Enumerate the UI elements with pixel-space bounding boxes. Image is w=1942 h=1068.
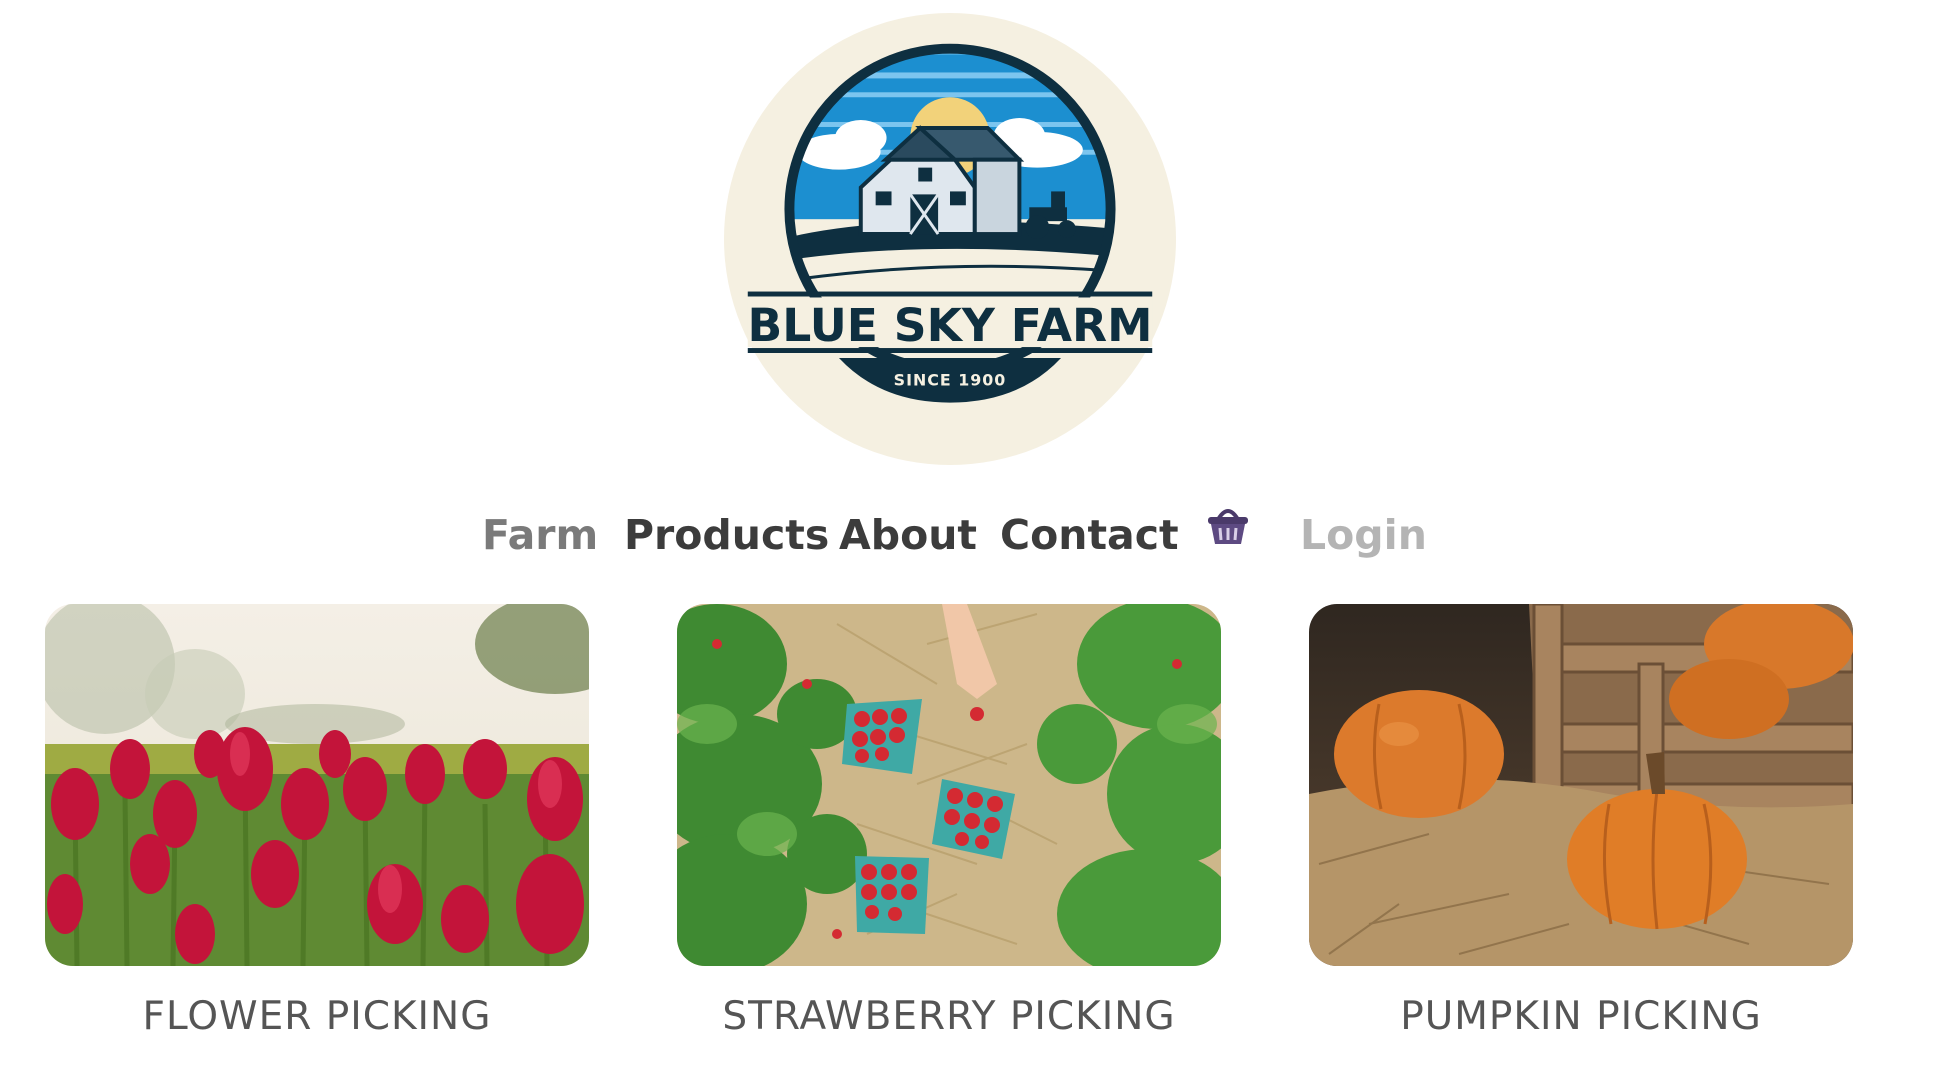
nav-link-login[interactable]: Login	[1300, 500, 1427, 570]
nav-link-farm[interactable]: Farm	[482, 500, 598, 570]
logo-title: BLUE SKY FARM	[748, 299, 1153, 352]
logo-tagline: SINCE 1900	[894, 371, 1007, 390]
basket-icon	[1208, 509, 1248, 544]
nav-link-contact[interactable]: Contact	[1000, 500, 1179, 570]
tulip-field-image[interactable]	[45, 604, 589, 966]
card-label-pumpkin-picking[interactable]: PUMPKIN PICKING	[1309, 994, 1853, 1039]
card-pumpkin-picking[interactable]: PUMPKIN PICKING	[1309, 604, 1853, 1039]
site-logo[interactable]: BLUE SKY FARM SINCE 1900	[721, 11, 1179, 467]
main-nav: Farm Products About Contact Login	[0, 500, 1942, 570]
card-label-strawberry-picking[interactable]: STRAWBERRY PICKING	[677, 994, 1221, 1039]
card-label-flower-picking[interactable]: FLOWER PICKING	[45, 994, 589, 1039]
nav-link-about[interactable]: About	[839, 500, 977, 570]
farm-barn-logo: BLUE SKY FARM SINCE 1900	[723, 12, 1177, 466]
pumpkin-image[interactable]	[1309, 604, 1853, 966]
strawberry-patch-image[interactable]	[677, 604, 1221, 966]
nav-link-products[interactable]: Products	[624, 500, 829, 570]
cart-button[interactable]	[1203, 500, 1253, 550]
card-strawberry-picking[interactable]: STRAWBERRY PICKING	[677, 604, 1221, 1039]
card-flower-picking[interactable]: FLOWER PICKING	[45, 604, 589, 1039]
